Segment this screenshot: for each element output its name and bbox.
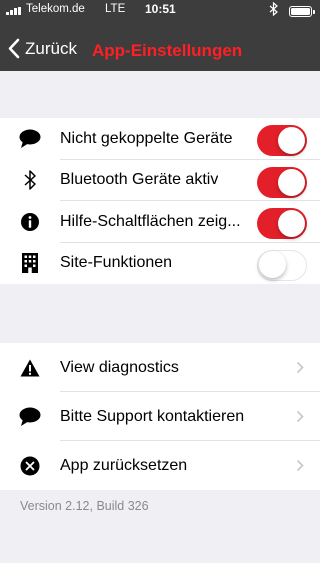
site-functions-toggle[interactable]	[257, 249, 307, 281]
chevron-right-icon	[296, 361, 304, 374]
action-row-contact-support[interactable]: Bitte Support kontaktieren	[0, 392, 320, 441]
bluetooth-active-toggle[interactable]	[257, 166, 307, 198]
signal-strength-icon	[6, 7, 23, 15]
chevron-left-icon	[8, 38, 20, 59]
close-circle-icon	[0, 456, 60, 476]
speech-bubble-icon	[0, 129, 60, 149]
back-label: Zurück	[25, 38, 77, 58]
setting-row-unpaired-devices: Nicht gekoppelte Geräte	[0, 118, 320, 160]
action-row-reset-app[interactable]: App zurücksetzen	[0, 441, 320, 490]
battery-icon	[289, 6, 315, 17]
version-info: Version 2.12, Build 326	[20, 499, 149, 513]
chevron-right-icon	[296, 459, 304, 472]
setting-row-site-functions: Site-Funktionen	[0, 243, 320, 285]
setting-label: Hilfe-Schaltflächen zeig...	[60, 212, 241, 230]
setting-label: Bluetooth Geräte aktiv	[60, 171, 219, 189]
action-label: App zurücksetzen	[60, 456, 188, 474]
page-title: App-Einstellungen	[92, 41, 243, 60]
help-buttons-toggle[interactable]	[257, 208, 307, 239]
unpaired-devices-toggle[interactable]	[257, 125, 307, 156]
back-button[interactable]: Zurück	[8, 38, 77, 59]
status-bar: Telekom.de LTE 10:51	[0, 0, 320, 20]
carrier-name: Telekom.de	[26, 3, 85, 15]
actions-group: View diagnostics Bitte Support kontaktie…	[0, 343, 320, 490]
action-label: Bitte Support kontaktieren	[60, 407, 245, 425]
network-type: LTE	[105, 3, 126, 15]
bluetooth-icon	[0, 169, 60, 191]
chevron-right-icon	[296, 410, 304, 423]
speech-bubble-icon	[0, 407, 60, 427]
setting-row-bluetooth-active: Bluetooth Geräte aktiv	[0, 160, 320, 201]
action-row-view-diagnostics[interactable]: View diagnostics	[0, 343, 320, 392]
action-label: View diagnostics	[60, 358, 179, 376]
warning-icon	[0, 359, 60, 377]
bluetooth-status-icon	[269, 1, 278, 19]
top-bar: Telekom.de LTE 10:51 Zurück App-Einstell…	[0, 0, 320, 71]
setting-label: Nicht gekoppelte Geräte	[60, 129, 233, 147]
setting-label: Site-Funktionen	[60, 254, 173, 272]
status-time: 10:51	[145, 2, 176, 16]
settings-group: Nicht gekoppelte Geräte Bluetooth Geräte…	[0, 118, 320, 284]
info-icon	[0, 212, 60, 232]
navigation-bar: Zurück App-Einstellungen	[0, 38, 320, 66]
building-icon	[0, 252, 60, 274]
setting-row-help-buttons: Hilfe-Schaltflächen zeig...	[0, 201, 320, 243]
